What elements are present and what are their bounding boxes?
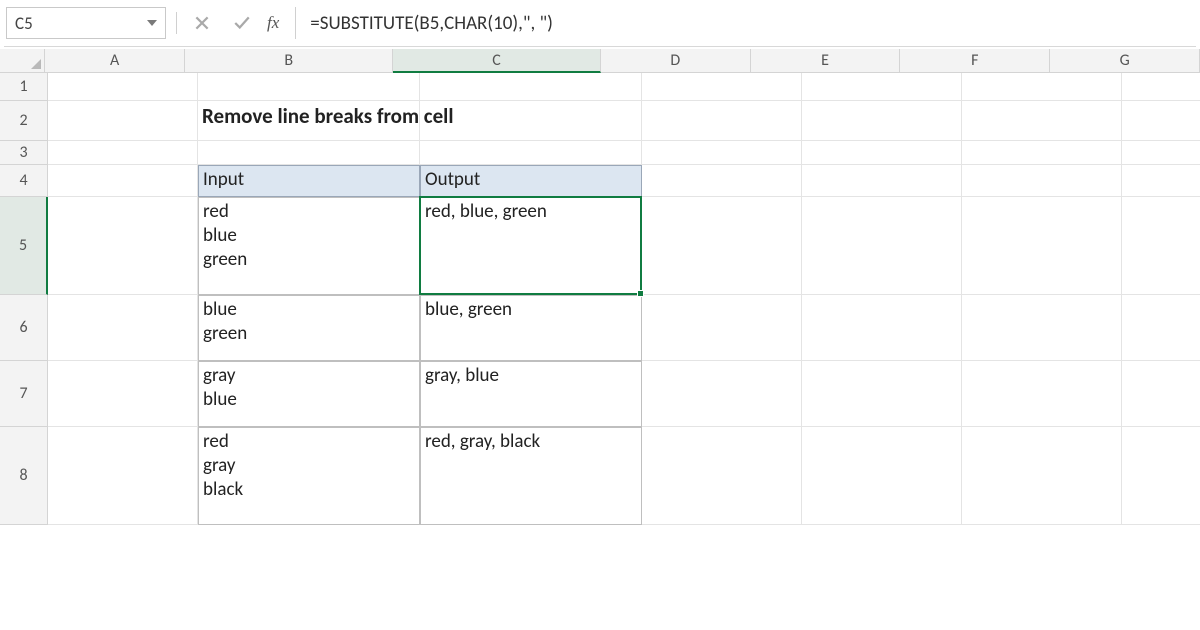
cell[interactable] <box>802 101 962 141</box>
cell[interactable] <box>420 141 642 165</box>
row-headers: 12345678 <box>0 73 48 525</box>
spreadsheet-grid: ABCDEFG 12345678 Remove line breaks from… <box>0 49 1200 525</box>
cell[interactable] <box>1122 73 1200 101</box>
column-header[interactable]: F <box>900 49 1050 73</box>
cell[interactable] <box>642 165 802 197</box>
cell[interactable] <box>802 361 962 427</box>
divider <box>4 46 1196 47</box>
row-header[interactable]: 5 <box>0 197 48 295</box>
cell[interactable] <box>48 101 198 141</box>
cell[interactable]: gray blue <box>198 361 420 427</box>
cell[interactable] <box>802 73 962 101</box>
separator <box>176 12 177 34</box>
cell[interactable] <box>198 73 420 101</box>
cell[interactable] <box>962 165 1122 197</box>
cell[interactable]: red blue green <box>198 197 420 295</box>
row-header[interactable]: 6 <box>0 295 48 361</box>
cell[interactable] <box>962 427 1122 525</box>
cell[interactable] <box>1122 101 1200 141</box>
column-header[interactable]: D <box>601 49 751 73</box>
row-header[interactable]: 4 <box>0 165 48 197</box>
formula-input[interactable]: =SUBSTITUTE(B5,CHAR(10),", ") <box>295 7 1194 39</box>
cell[interactable] <box>48 427 198 525</box>
cell[interactable]: Input <box>198 165 420 197</box>
row-header[interactable]: 2 <box>0 101 48 141</box>
cell[interactable] <box>1122 295 1200 361</box>
cell[interactable]: red gray black <box>198 427 420 525</box>
cell[interactable] <box>802 197 962 295</box>
cell[interactable] <box>962 141 1122 165</box>
column-headers: ABCDEFG <box>0 49 1200 73</box>
cell[interactable] <box>802 165 962 197</box>
cell[interactable] <box>962 197 1122 295</box>
cell[interactable] <box>962 295 1122 361</box>
column-header[interactable]: A <box>45 49 185 73</box>
cell[interactable] <box>642 295 802 361</box>
cell[interactable] <box>48 141 198 165</box>
cells-grid: Remove line breaks from cellInputOutputr… <box>48 73 1200 525</box>
cell[interactable] <box>802 141 962 165</box>
cell[interactable]: blue green <box>198 295 420 361</box>
cell[interactable] <box>1122 141 1200 165</box>
formula-bar: C5 fx =SUBSTITUTE(B5,CHAR(10),", ") <box>0 0 1200 42</box>
select-all-corner[interactable] <box>0 49 45 73</box>
cell[interactable] <box>1122 165 1200 197</box>
cell[interactable] <box>1122 361 1200 427</box>
formula-text: =SUBSTITUTE(B5,CHAR(10),", ") <box>310 12 553 35</box>
cell[interactable] <box>642 361 802 427</box>
cell[interactable] <box>642 427 802 525</box>
row-header[interactable]: 1 <box>0 73 48 101</box>
chevron-down-icon[interactable] <box>147 20 157 26</box>
cell[interactable] <box>962 101 1122 141</box>
cell[interactable] <box>48 361 198 427</box>
cell[interactable] <box>198 141 420 165</box>
cell[interactable] <box>1122 427 1200 525</box>
cell[interactable] <box>642 197 802 295</box>
fx-icon[interactable]: fx <box>267 13 279 33</box>
cell[interactable] <box>642 141 802 165</box>
cell[interactable] <box>642 101 802 141</box>
name-box-value: C5 <box>15 13 33 34</box>
cell[interactable] <box>48 295 198 361</box>
row-header[interactable]: 8 <box>0 427 48 525</box>
column-header[interactable]: C <box>393 49 601 73</box>
cell[interactable]: Output <box>420 165 642 197</box>
cell[interactable] <box>1122 197 1200 295</box>
cell[interactable] <box>48 165 198 197</box>
cell[interactable] <box>642 73 802 101</box>
cell[interactable]: red, blue, green <box>420 197 642 295</box>
column-header[interactable]: B <box>185 49 393 73</box>
cell[interactable] <box>962 361 1122 427</box>
cell[interactable] <box>48 197 198 295</box>
enter-formula-icon[interactable] <box>227 8 257 38</box>
cell[interactable] <box>802 427 962 525</box>
cell[interactable] <box>962 73 1122 101</box>
cell[interactable]: red, gray, black <box>420 427 642 525</box>
name-box[interactable]: C5 <box>6 7 166 39</box>
cancel-formula-icon[interactable] <box>187 8 217 38</box>
cell[interactable] <box>420 101 642 141</box>
cells-area[interactable]: Remove line breaks from cellInputOutputr… <box>48 73 1200 525</box>
cell[interactable] <box>420 73 642 101</box>
column-header[interactable]: E <box>751 49 901 73</box>
column-header[interactable]: G <box>1050 49 1200 73</box>
cell[interactable]: Remove line breaks from cell <box>198 101 420 141</box>
cell[interactable] <box>48 73 198 101</box>
row-header[interactable]: 3 <box>0 141 48 165</box>
cell[interactable]: gray, blue <box>420 361 642 427</box>
row-header[interactable]: 7 <box>0 361 48 427</box>
cell[interactable] <box>802 295 962 361</box>
cell[interactable]: blue, green <box>420 295 642 361</box>
